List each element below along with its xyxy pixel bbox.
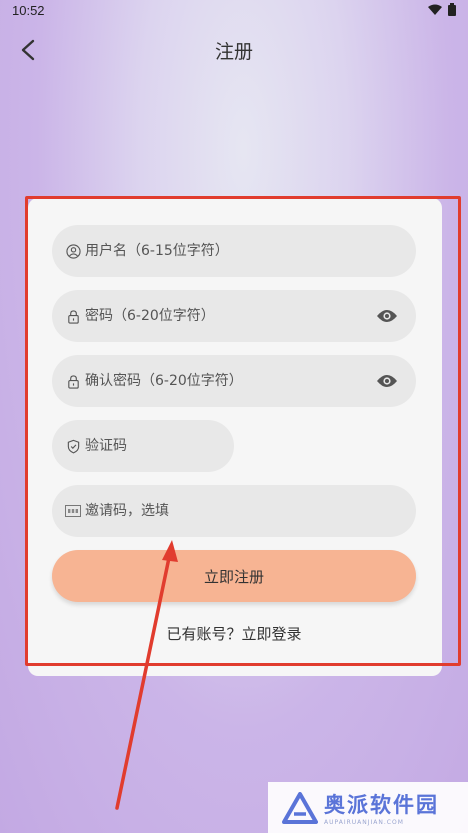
watermark: 奥派软件园 AUPAIRUANJIAN.COM xyxy=(268,782,468,833)
annotation-arrow xyxy=(115,540,178,810)
watermark-brand: 奥派软件园 xyxy=(324,793,439,817)
watermark-sub: AUPAIRUANJIAN.COM xyxy=(324,819,404,826)
logo-icon xyxy=(282,791,318,824)
